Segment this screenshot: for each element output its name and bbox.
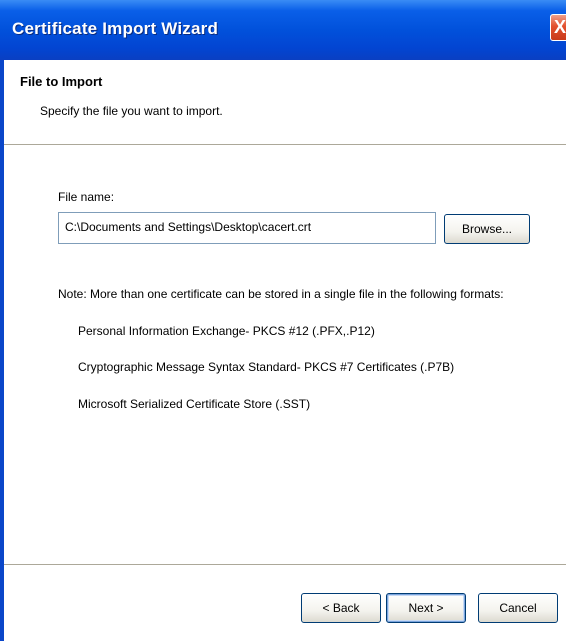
note-text: Note: More than one certificate can be s…: [58, 287, 504, 301]
back-button[interactable]: < Back: [301, 593, 381, 623]
window-title: Certificate Import Wizard: [12, 19, 219, 38]
title-bar[interactable]: Certificate Import Wizard X: [0, 0, 566, 60]
certificate-import-wizard-window: Certificate Import Wizard X File to Impo…: [0, 0, 566, 641]
page-subtitle: Specify the file you want to import.: [40, 104, 223, 118]
wizard-header: File to Import Specify the file you want…: [4, 60, 566, 144]
page-title: File to Import: [20, 74, 103, 89]
next-button[interactable]: Next >: [386, 593, 466, 623]
file-name-input[interactable]: C:\Documents and Settings\Desktop\cacert…: [58, 212, 436, 244]
browse-button[interactable]: Browse...: [444, 214, 530, 244]
file-name-label: File name:: [58, 190, 115, 204]
cancel-button[interactable]: Cancel: [478, 593, 558, 623]
format-item: Microsoft Serialized Certificate Store (…: [78, 397, 311, 411]
close-button[interactable]: X: [550, 14, 566, 41]
format-item: Cryptographic Message Syntax Standard- P…: [78, 360, 455, 374]
format-item: Personal Information Exchange- PKCS #12 …: [78, 324, 375, 338]
close-icon: X: [554, 17, 566, 37]
